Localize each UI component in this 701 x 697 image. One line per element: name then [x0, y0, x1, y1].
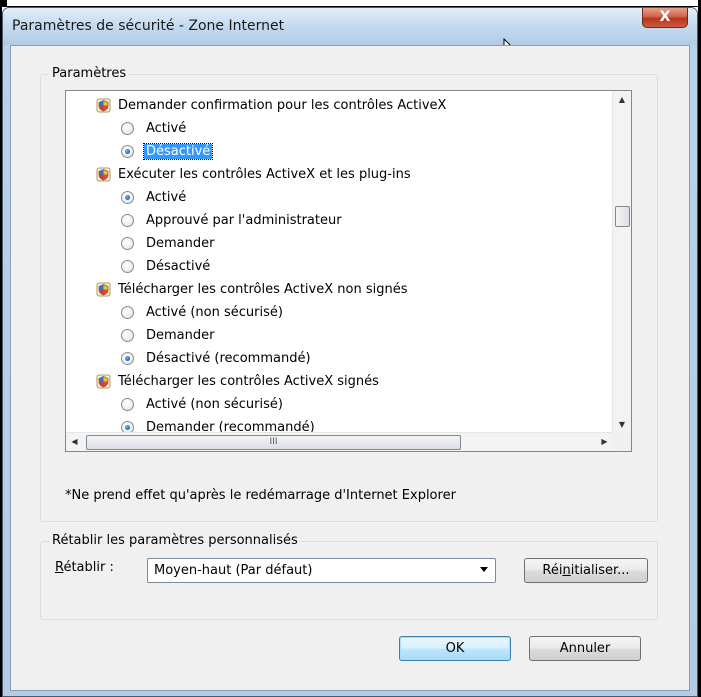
reset-group: Rétablir les paramètres personnalisés Ré… [40, 533, 658, 620]
setting-option[interactable]: Demander [66, 324, 214, 347]
setting-label: Demander [146, 236, 215, 251]
horizontal-scrollbar[interactable]: ◀ III ▶ [66, 432, 613, 451]
vertical-scroll-thumb[interactable] [615, 206, 630, 227]
setting-heading: Exécuter les contrôles ActiveX et les pl… [66, 163, 411, 186]
close-button[interactable]: X [642, 8, 688, 28]
radio-button[interactable] [121, 214, 134, 227]
settings-shield-icon [96, 167, 111, 182]
page-corner-mark [0, 0, 7, 7]
close-icon: X [659, 9, 671, 25]
radio-button-checked[interactable] [121, 145, 134, 158]
setting-option[interactable]: Désactivé [66, 255, 210, 278]
reset-label-text: établir : [63, 560, 114, 575]
horizontal-scroll-thumb[interactable]: III [86, 435, 461, 450]
setting-label: Approuvé par l'administrateur [146, 213, 342, 228]
setting-heading: Télécharger les contrôles ActiveX non si… [66, 278, 407, 301]
setting-label: Activé [146, 121, 187, 136]
title-bar[interactable]: Paramètres de sécurité - Zone Internet X [3, 8, 697, 45]
settings-tree[interactable]: Demander confirmation pour les contrôles… [65, 90, 632, 452]
radio-button[interactable] [121, 122, 134, 135]
page-top-edge [0, 0, 701, 7]
security-settings-dialog: Paramètres de sécurité - Zone Internet X… [2, 7, 698, 697]
setting-option[interactable]: Demander (recommandé) [66, 416, 315, 433]
setting-label: Désactivé [142, 143, 214, 160]
setting-label: Activé (non sécurisé) [146, 305, 283, 320]
setting-option[interactable]: Activé (non sécurisé) [66, 393, 283, 416]
restart-note: *Ne prend effet qu'après le redémarrage … [65, 488, 456, 503]
settings-shield-icon [96, 282, 111, 297]
radio-button[interactable] [121, 237, 134, 250]
setting-option[interactable]: Approuvé par l'administrateur [66, 209, 342, 232]
vertical-scrollbar[interactable]: ▲ ▼ [612, 91, 631, 433]
cancel-button[interactable]: Annuler [529, 636, 641, 661]
reset-button[interactable]: Réinitialiser... [524, 558, 648, 583]
reset-level-select[interactable]: Moyen-haut (Par défaut) [147, 558, 496, 583]
radio-button-checked[interactable] [121, 352, 134, 365]
reset-group-label: Rétablir les paramètres personnalisés [49, 533, 301, 548]
scroll-left-arrow-icon[interactable]: ◀ [66, 433, 83, 451]
settings-tree-content: Demander confirmation pour les contrôles… [66, 91, 613, 433]
reset-level-value: Moyen-haut (Par défaut) [154, 563, 313, 578]
reset-button-accesskey: n [562, 563, 571, 578]
dialog-client-area: Paramètres Demander confirmation pour le… [10, 45, 690, 691]
reset-button-text-a: Réi [542, 563, 563, 578]
settings-group-label: Paramètres [49, 66, 130, 81]
setting-label: Activé [146, 190, 187, 205]
radio-button[interactable] [121, 398, 134, 411]
setting-label: Demander [146, 328, 215, 343]
setting-label: Désactivé [146, 259, 211, 274]
scroll-down-arrow-icon[interactable]: ▼ [613, 416, 631, 433]
settings-shield-icon [96, 98, 111, 113]
setting-option[interactable]: Désactivé [66, 140, 214, 163]
scroll-grip-icon: III [269, 437, 278, 447]
setting-option[interactable]: Demander [66, 232, 214, 255]
scroll-up-arrow-icon[interactable]: ▲ [613, 91, 631, 108]
scroll-right-arrow-icon[interactable]: ▶ [596, 433, 613, 451]
chevron-down-icon [480, 567, 488, 572]
window-title: Paramètres de sécurité - Zone Internet [12, 18, 285, 34]
radio-button[interactable] [121, 329, 134, 342]
setting-label: Désactivé (recommandé) [146, 351, 311, 366]
settings-group: Paramètres Demander confirmation pour le… [40, 66, 658, 522]
reset-button-text-b: itialiser... [570, 563, 630, 578]
radio-button[interactable] [121, 260, 134, 273]
setting-heading: Demander confirmation pour les contrôles… [66, 94, 446, 117]
reset-label: Rétablir : [55, 560, 114, 575]
setting-heading: Télécharger les contrôles ActiveX signés [66, 370, 379, 393]
setting-option[interactable]: Activé [66, 117, 186, 140]
setting-label: Demander confirmation pour les contrôles… [118, 98, 447, 113]
setting-option[interactable]: Activé [66, 186, 186, 209]
setting-label: Activé (non sécurisé) [146, 397, 283, 412]
setting-label: Exécuter les contrôles ActiveX et les pl… [118, 167, 411, 182]
settings-shield-icon [96, 374, 111, 389]
setting-label: Télécharger les contrôles ActiveX signés [118, 374, 379, 389]
setting-label: Télécharger les contrôles ActiveX non si… [118, 282, 408, 297]
setting-option[interactable]: Désactivé (recommandé) [66, 347, 311, 370]
ok-button[interactable]: OK [399, 636, 511, 661]
radio-button-checked[interactable] [121, 191, 134, 204]
setting-option[interactable]: Activé (non sécurisé) [66, 301, 283, 324]
scrollbar-corner [612, 432, 631, 451]
radio-button[interactable] [121, 306, 134, 319]
